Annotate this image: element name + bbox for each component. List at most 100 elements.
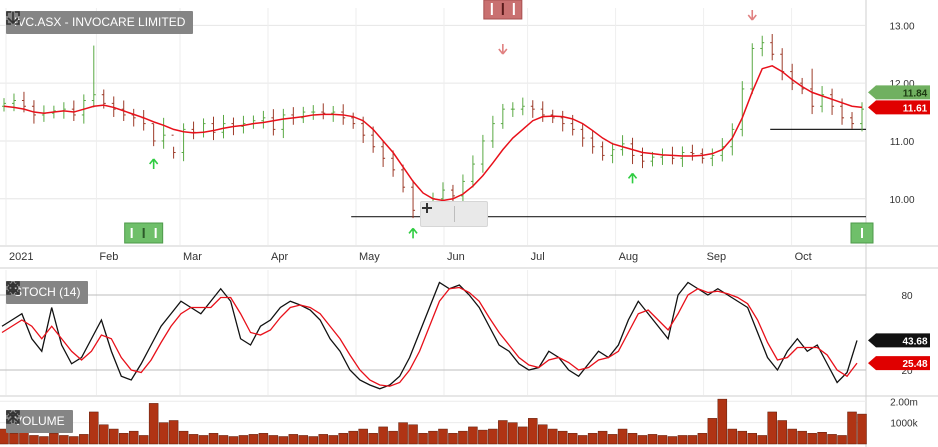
- sell-arrow-icon: [498, 44, 508, 55]
- volume-bar: [388, 430, 398, 445]
- buy-arrow-icon: [149, 158, 159, 169]
- volume-panel-toolbar: VOLUME: [6, 410, 149, 433]
- volume-bar: [188, 434, 199, 445]
- buy-arrow-icon: [627, 172, 638, 184]
- volume-bar: [737, 430, 748, 445]
- zoom-in-button[interactable]: [422, 202, 488, 226]
- expand-icon[interactable]: [6, 11, 225, 34]
- volume-bar: [677, 435, 688, 445]
- volume-bar: [787, 428, 797, 445]
- volume-bar: [697, 433, 708, 445]
- marker-layer: [124, 0, 874, 244]
- volume-bar: [138, 435, 149, 445]
- stoch-tick-label: 80: [901, 291, 913, 302]
- zoom-control: [420, 201, 488, 227]
- volume-bar: [338, 433, 348, 445]
- volume-bar: [198, 435, 209, 445]
- price-tick-label: 11.00: [890, 137, 915, 148]
- volume-bar: [49, 433, 59, 445]
- volume-tick-label: 2.00m: [890, 397, 918, 408]
- volume-bar: [398, 422, 408, 445]
- volume-bar: [79, 434, 89, 445]
- volume-bar: [448, 433, 458, 445]
- volume-bar: [298, 435, 309, 445]
- volume-bar: [528, 418, 538, 445]
- price-layer: [2, 34, 866, 225]
- volume-bar: [168, 420, 179, 445]
- volume-bar: [418, 433, 428, 445]
- move-up-icon[interactable]: [7, 410, 105, 433]
- volume-bar: [567, 433, 578, 445]
- volume-bar: [128, 430, 139, 445]
- volume-bar: [39, 436, 49, 445]
- volume-bar: [228, 436, 239, 445]
- volume-bar: [488, 428, 498, 445]
- chart-stage: 13.00 12.00 11.00 10.00 2021 Feb Mar Apr May Jun J…: [0, 0, 938, 447]
- x-axis-month-label: Feb: [99, 251, 118, 263]
- move-down-icon[interactable]: [7, 282, 164, 304]
- volume-bar: [368, 433, 378, 445]
- volume-bar: [59, 435, 69, 445]
- volume-bar: [717, 398, 728, 445]
- ma-price-label: 11.61: [903, 103, 928, 114]
- volume-bar: [757, 435, 767, 445]
- volume-bar: [627, 433, 638, 445]
- volume-bar: [667, 436, 678, 445]
- plus-icon: [422, 203, 432, 213]
- volume-bar: [647, 434, 658, 445]
- label-layer: 11.84 11.61 43.68 25.48: [868, 85, 930, 371]
- volume-bar: [358, 428, 368, 445]
- volume-bar: [847, 411, 857, 445]
- expand-icon[interactable]: [6, 410, 127, 433]
- volume-bar: [657, 435, 668, 445]
- volume-tick-label: 1000k: [890, 419, 918, 430]
- last-price-label: 11.84: [903, 88, 928, 99]
- volume-bar: [248, 434, 259, 445]
- volume-bar: [727, 428, 738, 445]
- volume-bar: [498, 420, 508, 445]
- volume-bar: [518, 426, 528, 445]
- x-axis-month-label: Oct: [795, 251, 812, 263]
- volume-bar: [538, 424, 548, 445]
- close-icon[interactable]: [7, 411, 149, 433]
- volume-bar: [218, 435, 229, 445]
- volume-bar: [29, 435, 39, 445]
- x-axis-month-label: Apr: [271, 251, 288, 263]
- volume-bar: [547, 428, 558, 445]
- volume-bar: [767, 411, 777, 445]
- volume-bar: [827, 434, 837, 445]
- volume-bar: [268, 435, 279, 445]
- move-down-icon[interactable]: [7, 12, 247, 34]
- price-tick-label: 13.00: [889, 21, 914, 32]
- volume-bar: [607, 434, 618, 445]
- volume-bar: [19, 430, 29, 445]
- volume-bar: [238, 435, 249, 445]
- close-icon[interactable]: [7, 282, 186, 304]
- volume-bar: [587, 433, 598, 445]
- expand-icon[interactable]: [6, 281, 142, 304]
- x-axis-month-label: Aug: [619, 251, 639, 263]
- sell-arrow-icon: [747, 10, 757, 21]
- volume-bar: [707, 418, 718, 445]
- volume-bar: [348, 430, 358, 445]
- volume-bar: [797, 430, 807, 445]
- volume-bar: [378, 426, 388, 445]
- volume-bar: [837, 435, 847, 445]
- stoch-k-label: 43.68: [902, 336, 927, 347]
- move-up-icon[interactable]: [7, 281, 120, 304]
- volume-bar: [69, 436, 79, 445]
- volume-bar: [148, 403, 159, 445]
- volume-bar: [328, 435, 338, 445]
- volume-bar: [318, 434, 328, 445]
- x-axis-month-label: Mar: [183, 251, 202, 263]
- volume-bar: [458, 430, 468, 445]
- price-tick-label: 10.00: [889, 195, 914, 206]
- volume-bar: [9, 433, 19, 445]
- moving-average-line: [3, 64, 863, 202]
- volume-bar: [508, 422, 518, 445]
- x-axis-month-label: May: [359, 251, 380, 263]
- price-panel-title: IVC.ASX - INVOCARE LIMITED: [6, 11, 194, 34]
- volume-bar: [747, 433, 757, 445]
- volume-bar: [777, 420, 787, 445]
- x-axis-month-label: Jun: [447, 251, 465, 263]
